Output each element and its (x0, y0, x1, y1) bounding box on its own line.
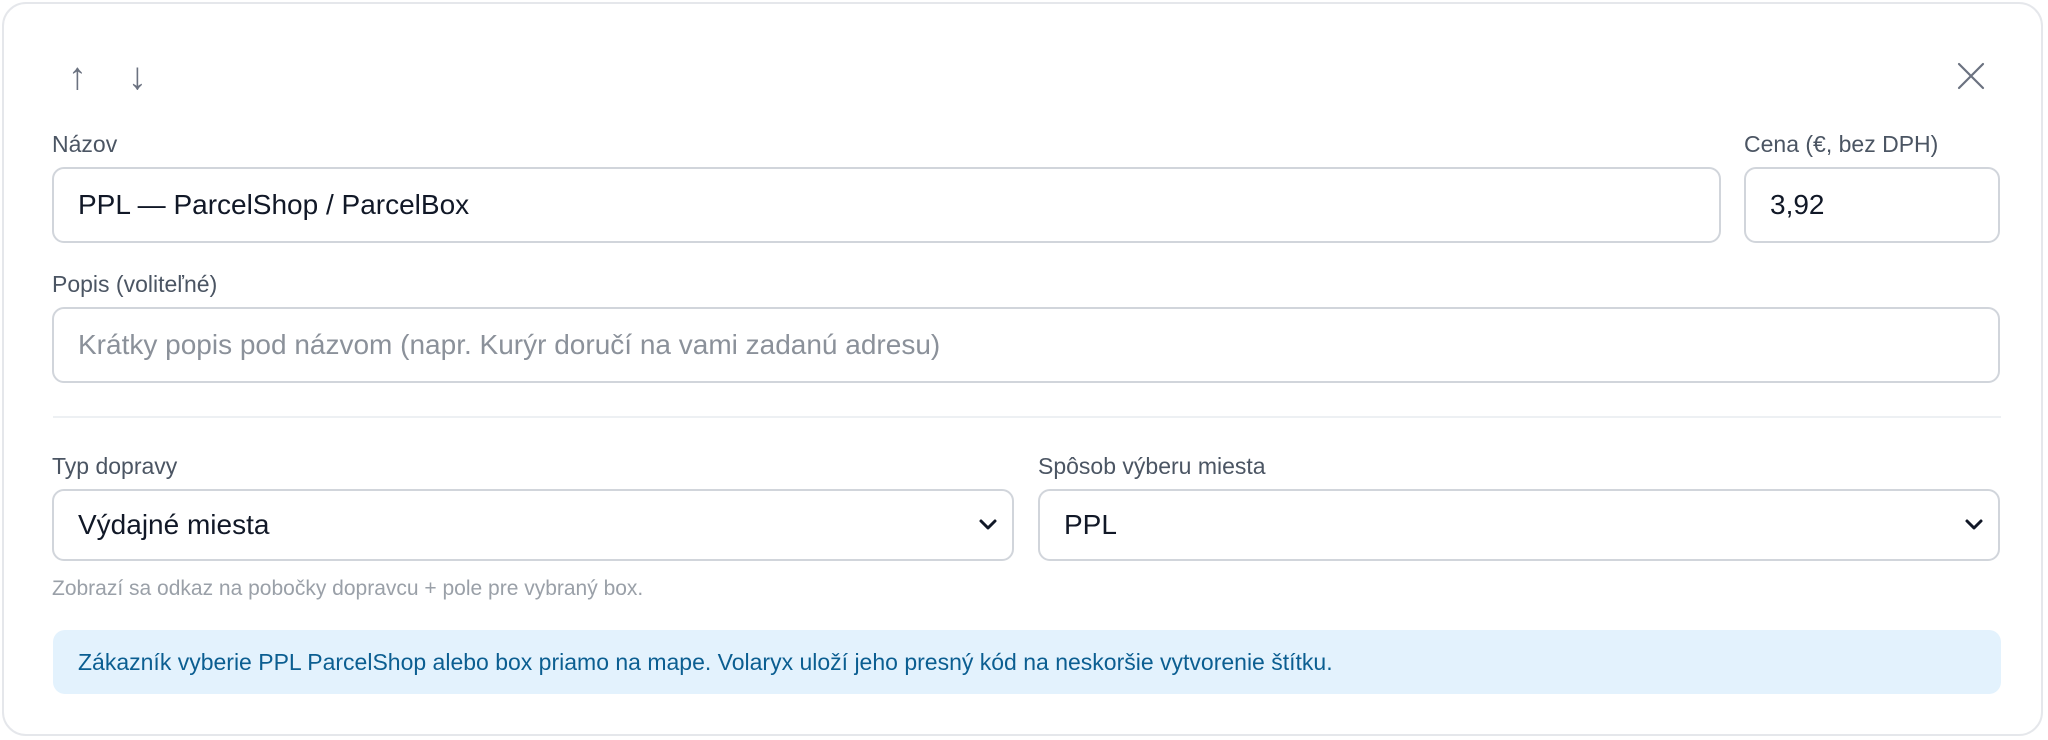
name-input[interactable] (52, 167, 1721, 243)
move-down-button[interactable]: ↓ (128, 58, 147, 96)
arrow-down-icon: ↓ (128, 56, 147, 98)
shipping-type-select[interactable]: Výdajné miesta (52, 489, 1014, 561)
info-banner: Zákazník vyberie PPL ParcelShop alebo bo… (53, 630, 2001, 694)
close-button[interactable] (1957, 59, 1985, 97)
arrow-up-icon: ↑ (68, 56, 87, 98)
close-icon (1957, 62, 1985, 90)
price-label: Cena (€, bez DPH) (1744, 131, 1939, 157)
description-input[interactable] (52, 307, 2000, 383)
price-input[interactable] (1744, 167, 2000, 243)
move-up-button[interactable]: ↑ (68, 58, 87, 96)
section-divider (53, 416, 2001, 418)
info-banner-text: Zákazník vyberie PPL ParcelShop alebo bo… (78, 648, 1333, 675)
shipping-type-hint: Zobrazí sa odkaz na pobočky dopravcu + p… (52, 577, 644, 600)
shipping-type-value: Výdajné miesta (78, 509, 270, 540)
chevron-down-icon (979, 519, 997, 530)
name-label: Názov (52, 131, 118, 157)
pickup-method-select[interactable]: PPL (1038, 489, 2000, 561)
description-label: Popis (voliteľné) (52, 271, 218, 297)
chevron-down-icon (1965, 519, 1983, 530)
pickup-method-value: PPL (1064, 509, 1117, 540)
pickup-method-label: Spôsob výberu miesta (1038, 453, 1266, 479)
shipping-type-label: Typ dopravy (52, 453, 178, 479)
shipping-method-card: ↑ ↓ Názov Cena (€, bez DPH) Popis (volit… (2, 2, 2043, 736)
